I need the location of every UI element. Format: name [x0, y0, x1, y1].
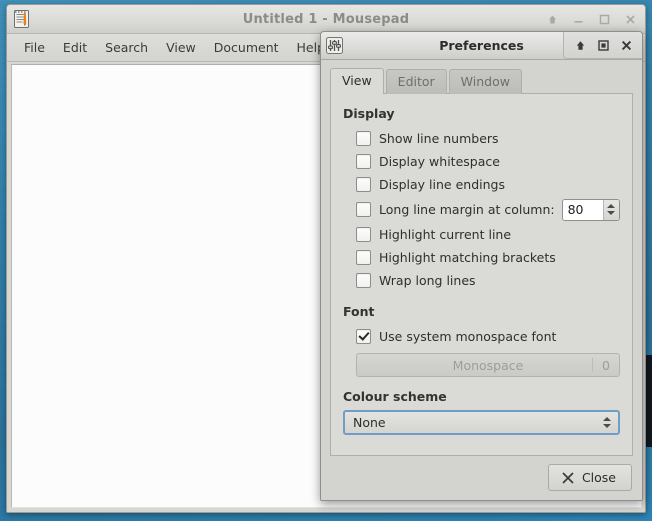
- shade-button[interactable]: [574, 39, 587, 52]
- checkbox-long-line-margin[interactable]: [356, 202, 371, 217]
- option-wrap-long-lines[interactable]: Wrap long lines: [356, 269, 620, 292]
- menu-item-edit[interactable]: Edit: [54, 37, 96, 58]
- sliders-icon: [325, 36, 344, 55]
- checkbox-wrap-long-lines[interactable]: [356, 273, 371, 288]
- option-label: Wrap long lines: [379, 273, 476, 288]
- colour-scheme-section-title: Colour scheme: [343, 389, 620, 404]
- mousepad-titlebar[interactable]: Untitled 1 - Mousepad: [7, 5, 645, 34]
- maximize-button[interactable]: [598, 13, 611, 26]
- chevron-down-icon[interactable]: [607, 211, 615, 215]
- checkbox-highlight-matching-brackets[interactable]: [356, 250, 371, 265]
- view-tab-page: Display Show line numbers Display whites…: [330, 93, 633, 456]
- chevron-up-icon[interactable]: [603, 417, 611, 421]
- option-label: Use system monospace font: [379, 329, 556, 344]
- preferences-titlebar[interactable]: Preferences: [321, 32, 642, 60]
- chevron-up-icon[interactable]: [607, 204, 615, 208]
- option-use-system-monospace-font[interactable]: Use system monospace font: [356, 325, 620, 348]
- menu-item-document[interactable]: Document: [205, 37, 288, 58]
- option-label: Highlight current line: [379, 227, 511, 242]
- checkbox-show-line-numbers[interactable]: [356, 131, 371, 146]
- menu-item-search[interactable]: Search: [96, 37, 157, 58]
- checkbox-use-system-monospace-font[interactable]: [356, 329, 371, 344]
- checkbox-highlight-current-line[interactable]: [356, 227, 371, 242]
- display-section-title: Display: [343, 106, 620, 121]
- combobox-arrows[interactable]: [603, 417, 611, 428]
- option-label: Display whitespace: [379, 154, 500, 169]
- option-long-line-margin[interactable]: Long line margin at column: 80: [356, 196, 620, 223]
- option-label: Highlight matching brackets: [379, 250, 556, 265]
- menu-item-view[interactable]: View: [157, 37, 205, 58]
- option-show-line-numbers[interactable]: Show line numbers: [356, 127, 620, 150]
- close-x-icon: [561, 471, 575, 485]
- font-chooser-button: Monospace 0: [356, 353, 620, 377]
- colour-scheme-selected-value: None: [345, 415, 386, 430]
- option-highlight-current-line[interactable]: Highlight current line: [356, 223, 620, 246]
- option-highlight-matching-brackets[interactable]: Highlight matching brackets: [356, 246, 620, 269]
- option-label: Show line numbers: [379, 131, 499, 146]
- menu-item-file[interactable]: File: [15, 37, 54, 58]
- tab-window[interactable]: Window: [449, 69, 522, 94]
- option-label: Long line margin at column:: [379, 202, 555, 217]
- shade-button[interactable]: [546, 13, 559, 26]
- font-size-label: 0: [602, 358, 610, 373]
- font-name-label: Monospace: [453, 358, 524, 373]
- font-button-separator: [592, 358, 593, 372]
- checkbox-display-whitespace[interactable]: [356, 154, 371, 169]
- preferences-footer: Close: [321, 456, 642, 500]
- close-button[interactable]: [624, 13, 637, 26]
- colour-scheme-combobox[interactable]: None: [343, 410, 620, 435]
- mousepad-icon: [12, 9, 32, 29]
- mousepad-window-buttons: [546, 13, 637, 26]
- preferences-tabs: View Editor Window: [330, 68, 633, 94]
- preferences-content: View Editor Window Display Show line num…: [321, 60, 642, 456]
- preferences-dialog: Preferences View Editor Window Display: [320, 31, 643, 501]
- close-button-label: Close: [582, 470, 616, 485]
- spinner-value[interactable]: 80: [563, 200, 603, 220]
- long-line-column-spinner[interactable]: 80: [562, 199, 620, 221]
- spinner-buttons[interactable]: [603, 200, 619, 220]
- option-display-whitespace[interactable]: Display whitespace: [356, 150, 620, 173]
- checkbox-display-line-endings[interactable]: [356, 177, 371, 192]
- close-button[interactable]: Close: [548, 464, 632, 491]
- preferences-window-buttons: [563, 32, 642, 59]
- close-button[interactable]: [620, 39, 633, 52]
- font-section-title: Font: [343, 304, 620, 319]
- option-label: Display line endings: [379, 177, 505, 192]
- tab-editor[interactable]: Editor: [386, 69, 447, 94]
- chevron-down-icon[interactable]: [603, 424, 611, 428]
- maximize-button[interactable]: [597, 39, 610, 52]
- minimize-button[interactable]: [572, 13, 585, 26]
- tab-view[interactable]: View: [330, 68, 384, 94]
- option-display-line-endings[interactable]: Display line endings: [356, 173, 620, 196]
